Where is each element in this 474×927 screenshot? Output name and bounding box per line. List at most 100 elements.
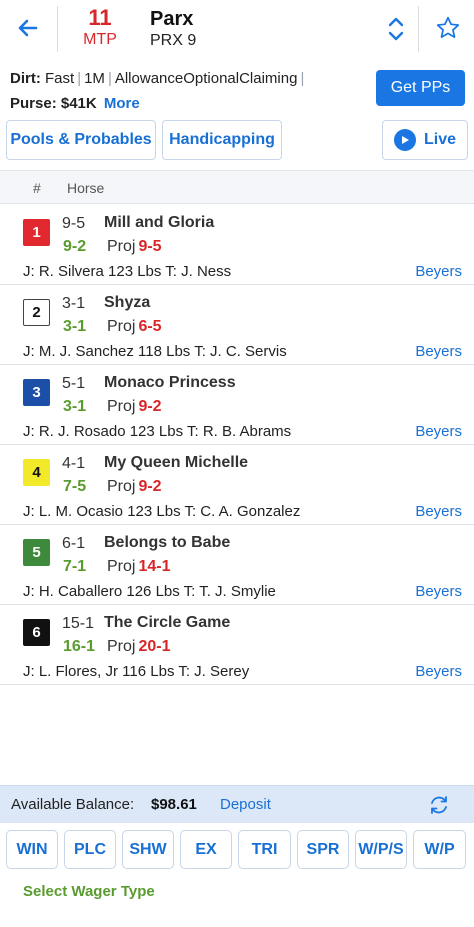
horse-name: My Queen Michelle: [104, 454, 249, 471]
runner-row[interactable]: 2 3-1 Shyza 3-1 Proj 6-5 J: M. J. Sanchez 118 …: [0, 285, 474, 365]
column-header-horse: Horse: [67, 180, 105, 196]
purse-value: $41K: [60, 95, 97, 112]
deposit-link[interactable]: Deposit: [220, 796, 271, 813]
jockey-trainer-info: J: R. Silvera 123 Lbs T: J. Ness: [23, 263, 232, 280]
header-divider: [418, 6, 419, 52]
wager-button-shw[interactable]: SHW: [122, 830, 174, 869]
runner-row[interactable]: 3 5-1 Monaco Princess 3-1 Proj 9-2 J: R. J. Ro…: [0, 365, 474, 445]
live-odds: 3-1: [63, 318, 87, 335]
morning-line-odds: 9-5: [62, 215, 86, 232]
proj-label: Proj: [107, 558, 136, 575]
live-odds: 9-2: [63, 238, 87, 255]
program-number-badge: 2: [23, 299, 50, 326]
purse-label: Purse:: [10, 95, 57, 112]
beyers-link[interactable]: Beyers: [415, 503, 462, 520]
morning-line-odds: 15-1: [62, 615, 95, 632]
projected-odds: Proj 20-1: [107, 638, 170, 656]
live-odds: 3-1: [63, 398, 87, 415]
tab-pools-probables[interactable]: Pools & Probables: [6, 120, 156, 160]
track-condition: Fast: [45, 70, 75, 87]
runner-row[interactable]: 5 6-1 Belongs to Babe 7-1 Proj 14-1 J: H. Caba…: [0, 525, 474, 605]
runner-row[interactable]: 6 15-1 The Circle Game 16-1 Proj 20-1 J: L. Fl…: [0, 605, 474, 685]
live-odds: 7-5: [63, 478, 87, 495]
jockey-trainer-info: J: H. Caballero 126 Lbs T: T. J. Smylie: [23, 583, 276, 600]
header-divider: [57, 6, 58, 52]
race-conditions: Dirt: Fast | 1M | AllowanceOptionalClaiming |: [10, 70, 305, 87]
jockey-trainer-info: J: L. M. Ocasio 123 Lbs T: C. A. Gonzale…: [23, 503, 301, 520]
live-odds: 16-1: [63, 638, 96, 655]
runner-row[interactable]: 4 4-1 My Queen Michelle 7-5 Proj 9-2 J: L. M. …: [0, 445, 474, 525]
runner-row[interactable]: 1 9-5 Mill and Gloria 9-2 Proj 9-5 J: R. Silve…: [0, 205, 474, 285]
more-link[interactable]: More: [104, 95, 140, 112]
favorite-button[interactable]: [430, 10, 466, 46]
proj-value: 14-1: [138, 558, 171, 575]
beyers-link[interactable]: Beyers: [415, 423, 462, 440]
runner-table-header: # Horse: [0, 170, 474, 204]
track-info: Parx PRX 9: [150, 7, 196, 51]
race-info: Dirt: Fast | 1M | AllowanceOptionalClaiming |…: [10, 66, 370, 116]
wager-button-spr[interactable]: SPR: [297, 830, 349, 869]
horse-name: Shyza: [104, 294, 151, 311]
morning-line-odds: 4-1: [62, 455, 86, 472]
wager-button-wp[interactable]: W/P: [413, 830, 466, 869]
horse-name: The Circle Game: [104, 614, 231, 631]
balance-value: $98.61: [151, 796, 197, 813]
wager-button-tri[interactable]: TRI: [238, 830, 291, 869]
wager-button-win[interactable]: WIN: [6, 830, 58, 869]
jockey-trainer-info: J: M. J. Sanchez 118 Lbs T: J. C. Servis: [23, 343, 287, 360]
wager-button-wps[interactable]: W/P/S: [355, 830, 407, 869]
horse-name: Monaco Princess: [104, 374, 236, 391]
track-name: Parx: [150, 8, 194, 30]
projected-odds: Proj 14-1: [107, 558, 170, 576]
race-header: 11 MTP Parx PRX 9: [0, 0, 474, 58]
beyers-link[interactable]: Beyers: [415, 583, 462, 600]
projected-odds: Proj 9-2: [107, 398, 162, 416]
play-icon: [393, 129, 416, 151]
proj-value: 20-1: [138, 638, 171, 655]
proj-label: Proj: [107, 318, 136, 335]
horse-name: Mill and Gloria: [104, 214, 215, 231]
chevron-up-down-icon: [388, 17, 404, 41]
back-button[interactable]: [8, 8, 48, 48]
select-wager-type-label: Select Wager Type: [23, 883, 155, 900]
live-button[interactable]: Live: [382, 120, 468, 160]
star-icon: [436, 16, 460, 38]
mtp-indicator: 11 MTP: [70, 6, 130, 50]
race-selector-button[interactable]: [380, 12, 412, 46]
back-arrow-icon: [18, 19, 38, 37]
get-pps-button[interactable]: Get PPs: [376, 70, 465, 106]
live-label: Live: [423, 131, 456, 148]
refresh-button[interactable]: [426, 792, 452, 818]
proj-value: 9-2: [138, 478, 162, 495]
proj-label: Proj: [107, 238, 136, 255]
proj-label: Proj: [107, 478, 136, 495]
morning-line-odds: 6-1: [62, 535, 86, 552]
program-number-badge: 5: [23, 539, 50, 566]
program-number-badge: 6: [23, 619, 50, 646]
beyers-link[interactable]: Beyers: [415, 343, 462, 360]
runner-list: 1 9-5 Mill and Gloria 9-2 Proj 9-5 J: R. Silve…: [0, 205, 474, 685]
race-type: AllowanceOptionalClaiming: [114, 70, 298, 87]
mtp-label: MTP: [83, 31, 117, 48]
proj-value: 6-5: [138, 318, 162, 335]
jockey-trainer-info: J: L. Flores, Jr 116 Lbs T: J. Serey: [23, 663, 250, 680]
proj-value: 9-2: [138, 398, 162, 415]
beyers-link[interactable]: Beyers: [415, 663, 462, 680]
refresh-icon: [431, 796, 447, 814]
race-code: PRX 9: [150, 32, 197, 49]
projected-odds: Proj 6-5: [107, 318, 162, 336]
proj-label: Proj: [107, 398, 136, 415]
race-distance: 1M: [84, 70, 105, 87]
projected-odds: Proj 9-2: [107, 478, 162, 496]
beyers-link[interactable]: Beyers: [415, 263, 462, 280]
program-number-badge: 1: [23, 219, 50, 246]
wager-button-ex[interactable]: EX: [180, 830, 232, 869]
tab-handicapping[interactable]: Handicapping: [162, 120, 282, 160]
column-header-number: #: [33, 180, 41, 196]
morning-line-odds: 3-1: [62, 295, 86, 312]
program-number-badge: 3: [23, 379, 50, 406]
projected-odds: Proj 9-5: [107, 238, 162, 256]
wager-button-plc[interactable]: PLC: [64, 830, 116, 869]
live-odds: 7-1: [63, 558, 87, 575]
proj-value: 9-5: [138, 238, 162, 255]
